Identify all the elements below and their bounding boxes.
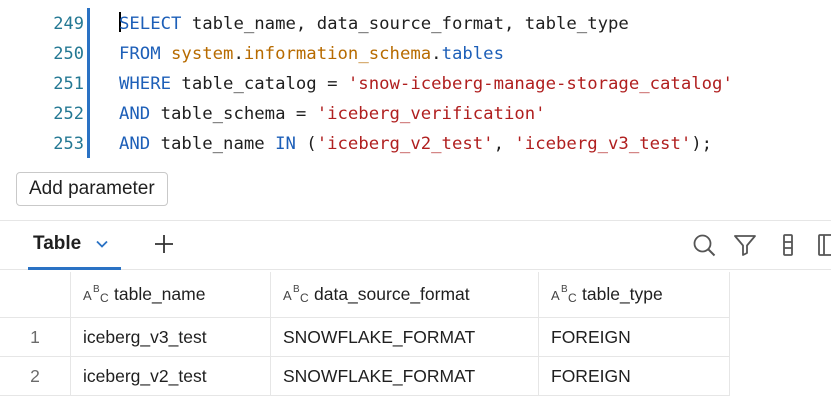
code-token: AND bbox=[119, 104, 151, 124]
line-number: 250 bbox=[53, 44, 84, 64]
code-token: 'iceberg_v2_test' bbox=[316, 134, 494, 154]
table-cell[interactable]: FOREIGN bbox=[538, 317, 730, 357]
table-cell[interactable]: SNOWFLAKE_FORMAT bbox=[270, 317, 539, 357]
column-header-label: table_type bbox=[582, 284, 663, 304]
line-number: 252 bbox=[53, 104, 84, 124]
results-table: ABC table_name ABC data_source_format AB… bbox=[0, 272, 730, 396]
code-token: information_schema bbox=[243, 44, 432, 64]
tab-table[interactable]: Table bbox=[28, 221, 120, 267]
chevron-down-icon[interactable] bbox=[95, 237, 109, 251]
selection-indicator bbox=[87, 8, 90, 158]
column-header-label: table_name bbox=[114, 284, 206, 304]
code-token: 'snow-iceberg-manage-storage_catalog' bbox=[347, 74, 733, 94]
string-type-icon: ABC bbox=[283, 283, 309, 305]
code-line[interactable]: AND table_name IN ('iceberg_v2_test', 'i… bbox=[119, 129, 831, 159]
code-line[interactable]: AND table_schema = 'iceberg_verification… bbox=[119, 99, 831, 129]
column-header[interactable]: ABC table_name bbox=[70, 272, 271, 318]
row-number-header bbox=[0, 272, 71, 318]
table-header-row: ABC table_name ABC data_source_format AB… bbox=[0, 272, 730, 318]
code-token: system bbox=[171, 44, 234, 64]
string-type-icon: ABC bbox=[83, 283, 109, 305]
code-line[interactable]: WHERE table_catalog = 'snow-iceberg-mana… bbox=[119, 69, 831, 99]
code-line[interactable]: SELECT table_name, data_source_format, t… bbox=[119, 9, 831, 39]
code-token: . bbox=[233, 44, 244, 64]
line-number: 253 bbox=[53, 134, 84, 154]
tab-table-label: Table bbox=[33, 233, 82, 254]
code-token: ); bbox=[691, 134, 713, 154]
code-token: FROM bbox=[119, 44, 161, 64]
line-number: 251 bbox=[53, 74, 84, 94]
row-number: 1 bbox=[0, 317, 71, 357]
add-parameter-button[interactable]: Add parameter bbox=[16, 172, 168, 206]
code-lines[interactable]: SELECT table_name, data_source_format, t… bbox=[119, 9, 831, 159]
table-cell[interactable]: iceberg_v2_test bbox=[70, 356, 271, 396]
columns-icon[interactable] bbox=[776, 233, 800, 257]
table-cell[interactable]: SNOWFLAKE_FORMAT bbox=[270, 356, 539, 396]
code-token: ( bbox=[295, 134, 317, 154]
line-number-gutter: 249 250 251 252 253 bbox=[30, 9, 84, 159]
code-token: . bbox=[431, 44, 442, 64]
column-header[interactable]: ABC data_source_format bbox=[270, 272, 539, 318]
panel-icon[interactable] bbox=[815, 233, 831, 257]
column-header[interactable]: ABC table_type bbox=[538, 272, 730, 318]
row-number: 2 bbox=[0, 356, 71, 396]
code-token: , bbox=[493, 134, 515, 154]
table-row[interactable]: 2 iceberg_v2_test SNOWFLAKE_FORMAT FOREI… bbox=[0, 356, 730, 396]
filter-icon[interactable] bbox=[733, 233, 757, 257]
active-tab-underline bbox=[28, 267, 121, 270]
code-token: table_name, data_source_format, table_ty… bbox=[181, 14, 629, 34]
code-token: AND bbox=[119, 134, 151, 154]
add-tab-icon[interactable] bbox=[150, 230, 178, 258]
code-token: SELECT bbox=[119, 14, 182, 34]
code-token: WHERE bbox=[119, 74, 172, 94]
results-toolbar: Table bbox=[0, 220, 831, 270]
line-number: 249 bbox=[53, 14, 84, 34]
table-row[interactable]: 1 iceberg_v3_test SNOWFLAKE_FORMAT FOREI… bbox=[0, 317, 730, 357]
column-header-label: data_source_format bbox=[314, 284, 470, 304]
code-token: table_schema = bbox=[150, 104, 317, 124]
code-token: table_catalog = bbox=[171, 74, 348, 94]
code-token: 'iceberg_v3_test' bbox=[514, 134, 692, 154]
code-token: 'iceberg_verification' bbox=[316, 104, 546, 124]
table-cell[interactable]: FOREIGN bbox=[538, 356, 730, 396]
string-type-icon: ABC bbox=[551, 283, 577, 305]
code-token: table_name bbox=[150, 134, 276, 154]
code-token: tables bbox=[441, 44, 504, 64]
table-cell[interactable]: iceberg_v3_test bbox=[70, 317, 271, 357]
sql-editor[interactable]: 249 250 251 252 253 SELECT table_name, d… bbox=[0, 0, 831, 164]
code-token: IN bbox=[275, 134, 296, 154]
code-line[interactable]: FROM system.information_schema.tables bbox=[119, 39, 831, 69]
search-icon[interactable] bbox=[692, 233, 716, 257]
